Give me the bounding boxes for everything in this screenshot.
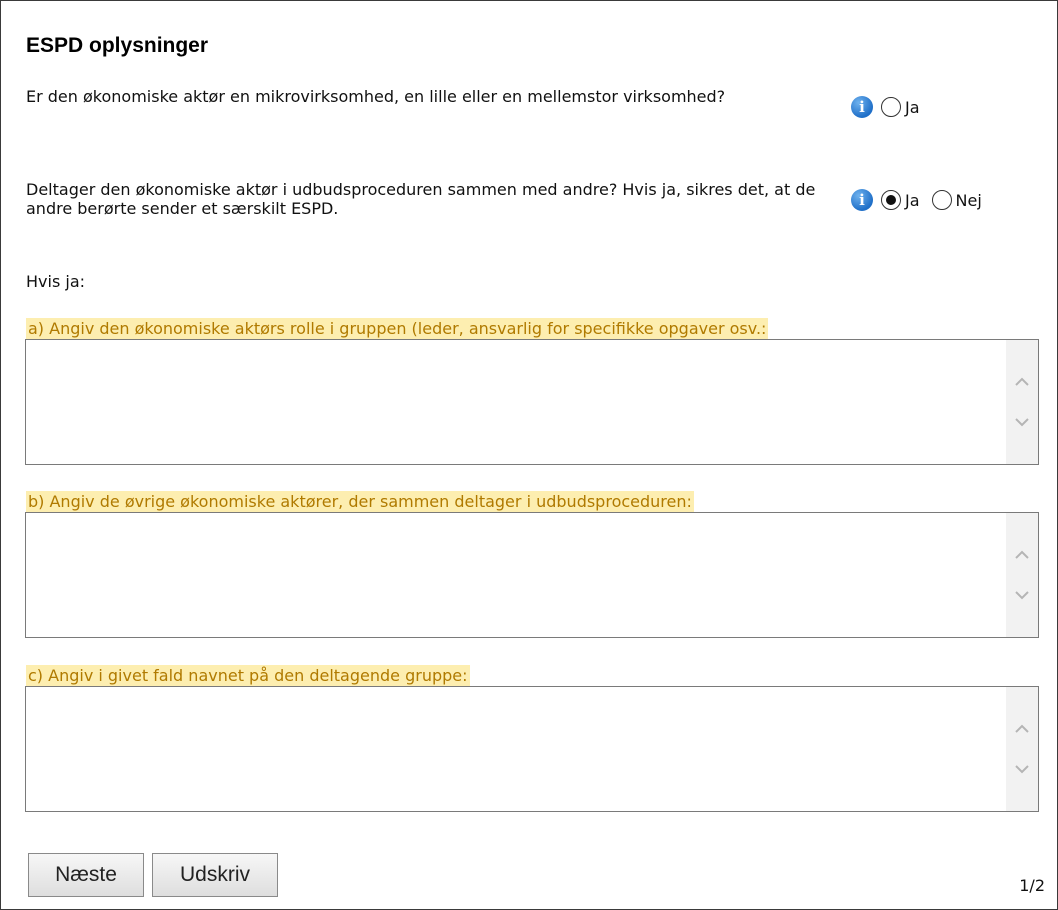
- field-c-textarea-container: [25, 686, 1039, 812]
- radio-group-nej-label: Nej: [955, 190, 982, 210]
- field-b-textarea[interactable]: [26, 513, 1006, 637]
- question-group-options: i Ja Nej: [851, 189, 994, 211]
- field-b-textarea-container: [25, 512, 1039, 638]
- radio-group-ja-label: Ja: [905, 190, 920, 210]
- scroll-up-icon[interactable]: [1014, 721, 1030, 737]
- field-b-scrollbar[interactable]: [1006, 513, 1038, 637]
- page-indicator: 1/2: [1019, 876, 1045, 895]
- print-button[interactable]: Udskriv: [152, 853, 278, 897]
- field-a-scrollbar[interactable]: [1006, 340, 1038, 464]
- scroll-up-icon[interactable]: [1014, 547, 1030, 563]
- radio-sme-ja-label: Ja: [905, 97, 920, 117]
- radio-group-nej[interactable]: [931, 190, 952, 210]
- field-a-textarea[interactable]: [26, 340, 1006, 464]
- radio-sme-ja[interactable]: [881, 97, 901, 117]
- next-button[interactable]: Næste: [28, 853, 144, 897]
- page-title: ESPD oplysninger: [26, 34, 209, 57]
- scroll-down-icon[interactable]: [1014, 761, 1030, 777]
- scroll-up-icon[interactable]: [1014, 374, 1030, 390]
- question-group-text: Deltager den økonomiske aktør i udbudspr…: [26, 180, 816, 218]
- field-a-textarea-container: [25, 339, 1039, 465]
- question-sme-options: i Ja: [851, 96, 932, 118]
- radio-group-ja[interactable]: [881, 190, 901, 210]
- if-yes-label: Hvis ja:: [26, 272, 86, 291]
- field-c-textarea[interactable]: [26, 687, 1006, 811]
- field-c-label: c) Angiv i givet fald navnet på den delt…: [26, 665, 470, 687]
- question-sme-text: Er den økonomiske aktør en mikrovirksomh…: [26, 87, 726, 106]
- scroll-down-icon[interactable]: [1014, 587, 1030, 603]
- field-b-label: b) Angiv de øvrige økonomiske aktører, d…: [26, 491, 694, 513]
- field-a-label: a) Angiv den økonomiske aktørs rolle i g…: [26, 318, 769, 340]
- scroll-down-icon[interactable]: [1014, 414, 1030, 430]
- info-icon[interactable]: i: [851, 189, 873, 211]
- field-c-scrollbar[interactable]: [1006, 687, 1038, 811]
- info-icon[interactable]: i: [851, 96, 873, 118]
